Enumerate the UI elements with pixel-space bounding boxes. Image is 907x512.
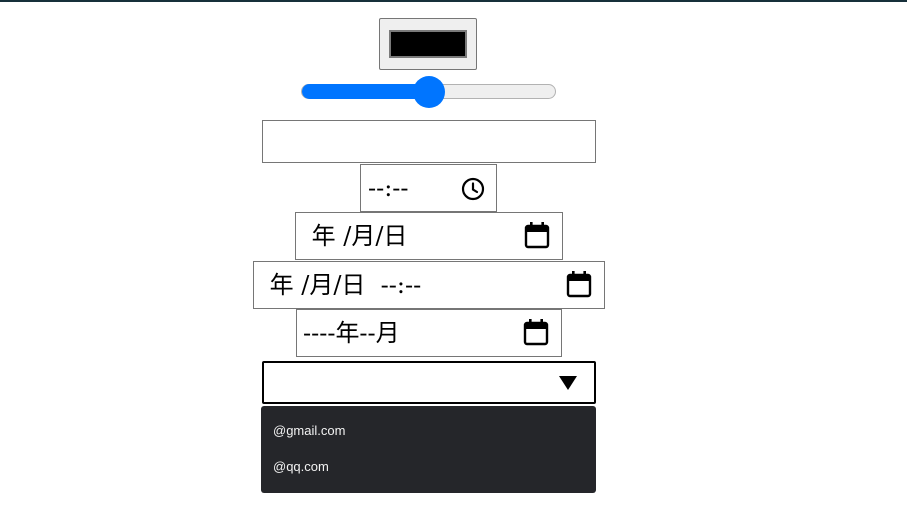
slider-fill	[302, 84, 429, 99]
color-picker[interactable]	[379, 18, 477, 70]
calendar-icon[interactable]	[566, 270, 592, 298]
slider-thumb[interactable]	[412, 75, 445, 108]
range-slider[interactable]	[301, 75, 556, 108]
email-domain-dropdown: @gmail.com @qq.com	[261, 406, 596, 493]
datetime-local-input[interactable]: 年 /月/日 --:--	[253, 261, 605, 309]
dropdown-option-gmail[interactable]: @gmail.com	[273, 423, 345, 438]
email-domain-input[interactable]	[262, 361, 596, 404]
calendar-icon[interactable]	[523, 318, 549, 346]
date-input[interactable]: 年 /月/日	[295, 212, 563, 260]
text-input[interactable]	[262, 120, 596, 163]
time-input[interactable]: --:--	[360, 164, 497, 212]
color-swatch	[389, 30, 467, 58]
month-input[interactable]: ----年--月	[296, 309, 562, 357]
date-input-display: 年 /月/日	[304, 222, 408, 250]
calendar-icon[interactable]	[524, 221, 550, 249]
time-input-display: --:--	[368, 174, 409, 202]
clock-icon[interactable]	[461, 177, 485, 201]
top-border	[0, 0, 907, 2]
dropdown-option-qq[interactable]: @qq.com	[273, 459, 329, 474]
dropdown-arrow-icon[interactable]	[558, 375, 578, 391]
month-input-display: ----年--月	[303, 319, 400, 347]
datetime-input-display: 年 /月/日 --:--	[262, 271, 422, 299]
